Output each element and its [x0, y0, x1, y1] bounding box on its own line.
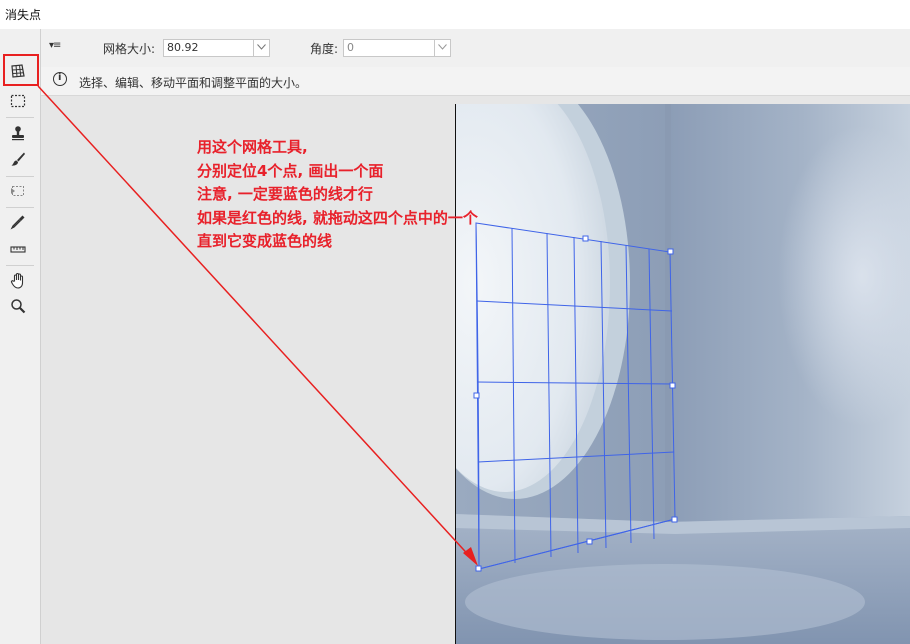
perspective-grid[interactable] — [475, 222, 676, 570]
grid-handle[interactable] — [669, 382, 676, 389]
annotation-line: 如果是红色的线, 就拖动这四个点中的一个 — [197, 208, 478, 227]
grid-handle[interactable] — [667, 248, 674, 255]
annotation-line: 直到它变成蓝色的线 — [197, 232, 333, 250]
grid-handle[interactable] — [473, 392, 480, 399]
annotation-text: 用这个网格工具, 分别定位4个点, 画出一个面 注意, 一定要蓝色的线才行 如果… — [197, 136, 478, 254]
annotation-line: 分别定位4个点, 画出一个面 — [197, 161, 384, 180]
grid-handle[interactable] — [475, 565, 482, 572]
annotation-line: 用这个网格工具, — [197, 138, 308, 156]
grid-handle[interactable] — [586, 538, 593, 545]
grid-handle[interactable] — [582, 235, 589, 242]
grid-handle[interactable] — [671, 516, 678, 523]
grid-handles[interactable] — [473, 235, 678, 572]
grid-overlay[interactable] — [0, 0, 910, 644]
annotation-line: 注意, 一定要蓝色的线才行 — [197, 185, 373, 203]
